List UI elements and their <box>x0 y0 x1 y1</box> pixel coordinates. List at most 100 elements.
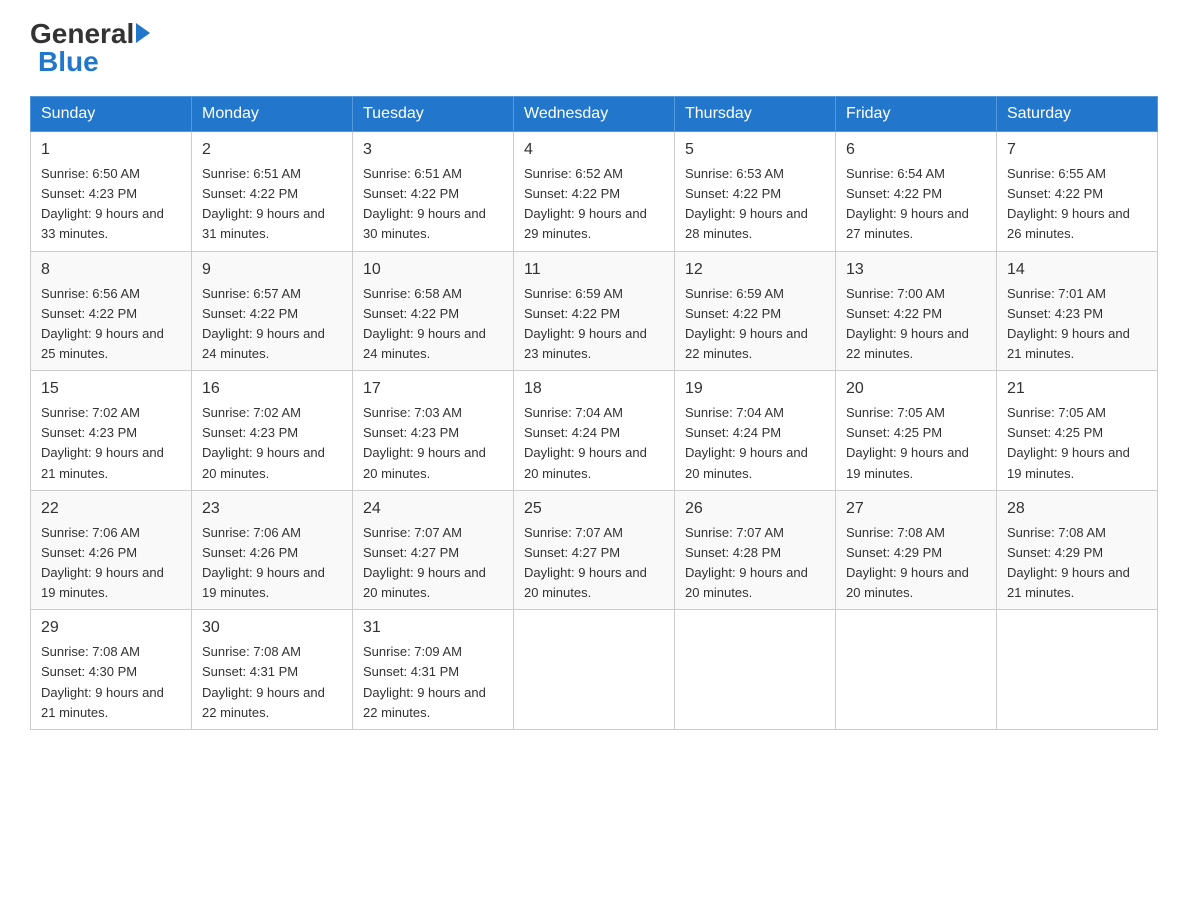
day-info: Sunrise: 7:01 AM Sunset: 4:23 PM Dayligh… <box>1007 284 1147 365</box>
calendar-week-row: 29 Sunrise: 7:08 AM Sunset: 4:30 PM Dayl… <box>31 610 1158 730</box>
day-info: Sunrise: 6:51 AM Sunset: 4:22 PM Dayligh… <box>202 164 342 245</box>
calendar-cell <box>836 610 997 730</box>
calendar-weekday-sunday: Sunday <box>31 97 192 132</box>
day-info: Sunrise: 6:59 AM Sunset: 4:22 PM Dayligh… <box>524 284 664 365</box>
day-info: Sunrise: 7:07 AM Sunset: 4:27 PM Dayligh… <box>363 523 503 604</box>
day-number: 30 <box>202 616 342 640</box>
calendar-cell: 30 Sunrise: 7:08 AM Sunset: 4:31 PM Dayl… <box>192 610 353 730</box>
calendar-cell: 1 Sunrise: 6:50 AM Sunset: 4:23 PM Dayli… <box>31 132 192 252</box>
calendar-weekday-monday: Monday <box>192 97 353 132</box>
day-number: 11 <box>524 258 664 282</box>
day-info: Sunrise: 7:09 AM Sunset: 4:31 PM Dayligh… <box>363 642 503 723</box>
day-number: 7 <box>1007 138 1147 162</box>
day-info: Sunrise: 7:00 AM Sunset: 4:22 PM Dayligh… <box>846 284 986 365</box>
logo-general-text: General <box>30 20 134 48</box>
day-number: 6 <box>846 138 986 162</box>
day-info: Sunrise: 6:56 AM Sunset: 4:22 PM Dayligh… <box>41 284 181 365</box>
calendar-cell: 28 Sunrise: 7:08 AM Sunset: 4:29 PM Dayl… <box>997 490 1158 610</box>
calendar-cell: 19 Sunrise: 7:04 AM Sunset: 4:24 PM Dayl… <box>675 371 836 491</box>
calendar-cell: 23 Sunrise: 7:06 AM Sunset: 4:26 PM Dayl… <box>192 490 353 610</box>
logo-arrow-icon <box>136 23 150 43</box>
day-number: 9 <box>202 258 342 282</box>
calendar-weekday-wednesday: Wednesday <box>514 97 675 132</box>
calendar-cell: 11 Sunrise: 6:59 AM Sunset: 4:22 PM Dayl… <box>514 251 675 371</box>
calendar-cell: 24 Sunrise: 7:07 AM Sunset: 4:27 PM Dayl… <box>353 490 514 610</box>
calendar-weekday-saturday: Saturday <box>997 97 1158 132</box>
calendar-weekday-tuesday: Tuesday <box>353 97 514 132</box>
calendar-cell <box>675 610 836 730</box>
day-info: Sunrise: 7:06 AM Sunset: 4:26 PM Dayligh… <box>41 523 181 604</box>
day-info: Sunrise: 7:07 AM Sunset: 4:28 PM Dayligh… <box>685 523 825 604</box>
calendar-cell: 6 Sunrise: 6:54 AM Sunset: 4:22 PM Dayli… <box>836 132 997 252</box>
day-number: 3 <box>363 138 503 162</box>
logo: General Blue <box>30 20 150 76</box>
day-info: Sunrise: 7:04 AM Sunset: 4:24 PM Dayligh… <box>524 403 664 484</box>
day-info: Sunrise: 6:54 AM Sunset: 4:22 PM Dayligh… <box>846 164 986 245</box>
calendar-cell: 26 Sunrise: 7:07 AM Sunset: 4:28 PM Dayl… <box>675 490 836 610</box>
day-number: 16 <box>202 377 342 401</box>
day-number: 19 <box>685 377 825 401</box>
day-number: 23 <box>202 497 342 521</box>
day-number: 22 <box>41 497 181 521</box>
day-info: Sunrise: 7:08 AM Sunset: 4:30 PM Dayligh… <box>41 642 181 723</box>
calendar-cell: 8 Sunrise: 6:56 AM Sunset: 4:22 PM Dayli… <box>31 251 192 371</box>
calendar-cell: 16 Sunrise: 7:02 AM Sunset: 4:23 PM Dayl… <box>192 371 353 491</box>
day-info: Sunrise: 6:53 AM Sunset: 4:22 PM Dayligh… <box>685 164 825 245</box>
day-info: Sunrise: 6:58 AM Sunset: 4:22 PM Dayligh… <box>363 284 503 365</box>
day-info: Sunrise: 6:55 AM Sunset: 4:22 PM Dayligh… <box>1007 164 1147 245</box>
calendar-weekday-thursday: Thursday <box>675 97 836 132</box>
calendar-cell: 9 Sunrise: 6:57 AM Sunset: 4:22 PM Dayli… <box>192 251 353 371</box>
calendar-cell <box>997 610 1158 730</box>
calendar-header-row: SundayMondayTuesdayWednesdayThursdayFrid… <box>31 97 1158 132</box>
day-number: 21 <box>1007 377 1147 401</box>
calendar-table: SundayMondayTuesdayWednesdayThursdayFrid… <box>30 96 1158 730</box>
day-number: 27 <box>846 497 986 521</box>
calendar-weekday-friday: Friday <box>836 97 997 132</box>
day-info: Sunrise: 6:50 AM Sunset: 4:23 PM Dayligh… <box>41 164 181 245</box>
calendar-cell: 13 Sunrise: 7:00 AM Sunset: 4:22 PM Dayl… <box>836 251 997 371</box>
day-number: 31 <box>363 616 503 640</box>
calendar-cell: 25 Sunrise: 7:07 AM Sunset: 4:27 PM Dayl… <box>514 490 675 610</box>
logo-blue-text: Blue <box>38 48 99 76</box>
calendar-cell: 20 Sunrise: 7:05 AM Sunset: 4:25 PM Dayl… <box>836 371 997 491</box>
calendar-cell: 21 Sunrise: 7:05 AM Sunset: 4:25 PM Dayl… <box>997 371 1158 491</box>
day-number: 10 <box>363 258 503 282</box>
calendar-cell: 31 Sunrise: 7:09 AM Sunset: 4:31 PM Dayl… <box>353 610 514 730</box>
day-number: 26 <box>685 497 825 521</box>
day-info: Sunrise: 7:03 AM Sunset: 4:23 PM Dayligh… <box>363 403 503 484</box>
day-info: Sunrise: 7:07 AM Sunset: 4:27 PM Dayligh… <box>524 523 664 604</box>
day-number: 17 <box>363 377 503 401</box>
calendar-cell: 4 Sunrise: 6:52 AM Sunset: 4:22 PM Dayli… <box>514 132 675 252</box>
day-info: Sunrise: 7:02 AM Sunset: 4:23 PM Dayligh… <box>41 403 181 484</box>
calendar-week-row: 22 Sunrise: 7:06 AM Sunset: 4:26 PM Dayl… <box>31 490 1158 610</box>
day-info: Sunrise: 6:57 AM Sunset: 4:22 PM Dayligh… <box>202 284 342 365</box>
day-number: 15 <box>41 377 181 401</box>
day-info: Sunrise: 7:05 AM Sunset: 4:25 PM Dayligh… <box>846 403 986 484</box>
day-number: 2 <box>202 138 342 162</box>
calendar-cell <box>514 610 675 730</box>
day-number: 5 <box>685 138 825 162</box>
calendar-cell: 3 Sunrise: 6:51 AM Sunset: 4:22 PM Dayli… <box>353 132 514 252</box>
day-info: Sunrise: 7:05 AM Sunset: 4:25 PM Dayligh… <box>1007 403 1147 484</box>
calendar-cell: 17 Sunrise: 7:03 AM Sunset: 4:23 PM Dayl… <box>353 371 514 491</box>
page-header: General Blue <box>30 20 1158 76</box>
day-number: 18 <box>524 377 664 401</box>
calendar-cell: 5 Sunrise: 6:53 AM Sunset: 4:22 PM Dayli… <box>675 132 836 252</box>
day-info: Sunrise: 6:51 AM Sunset: 4:22 PM Dayligh… <box>363 164 503 245</box>
day-info: Sunrise: 7:08 AM Sunset: 4:31 PM Dayligh… <box>202 642 342 723</box>
calendar-week-row: 1 Sunrise: 6:50 AM Sunset: 4:23 PM Dayli… <box>31 132 1158 252</box>
day-number: 29 <box>41 616 181 640</box>
calendar-cell: 15 Sunrise: 7:02 AM Sunset: 4:23 PM Dayl… <box>31 371 192 491</box>
day-number: 25 <box>524 497 664 521</box>
day-info: Sunrise: 7:02 AM Sunset: 4:23 PM Dayligh… <box>202 403 342 484</box>
calendar-cell: 29 Sunrise: 7:08 AM Sunset: 4:30 PM Dayl… <box>31 610 192 730</box>
calendar-cell: 10 Sunrise: 6:58 AM Sunset: 4:22 PM Dayl… <box>353 251 514 371</box>
day-info: Sunrise: 6:52 AM Sunset: 4:22 PM Dayligh… <box>524 164 664 245</box>
day-number: 20 <box>846 377 986 401</box>
day-number: 4 <box>524 138 664 162</box>
calendar-cell: 7 Sunrise: 6:55 AM Sunset: 4:22 PM Dayli… <box>997 132 1158 252</box>
calendar-cell: 12 Sunrise: 6:59 AM Sunset: 4:22 PM Dayl… <box>675 251 836 371</box>
calendar-cell: 22 Sunrise: 7:06 AM Sunset: 4:26 PM Dayl… <box>31 490 192 610</box>
day-number: 24 <box>363 497 503 521</box>
day-number: 1 <box>41 138 181 162</box>
